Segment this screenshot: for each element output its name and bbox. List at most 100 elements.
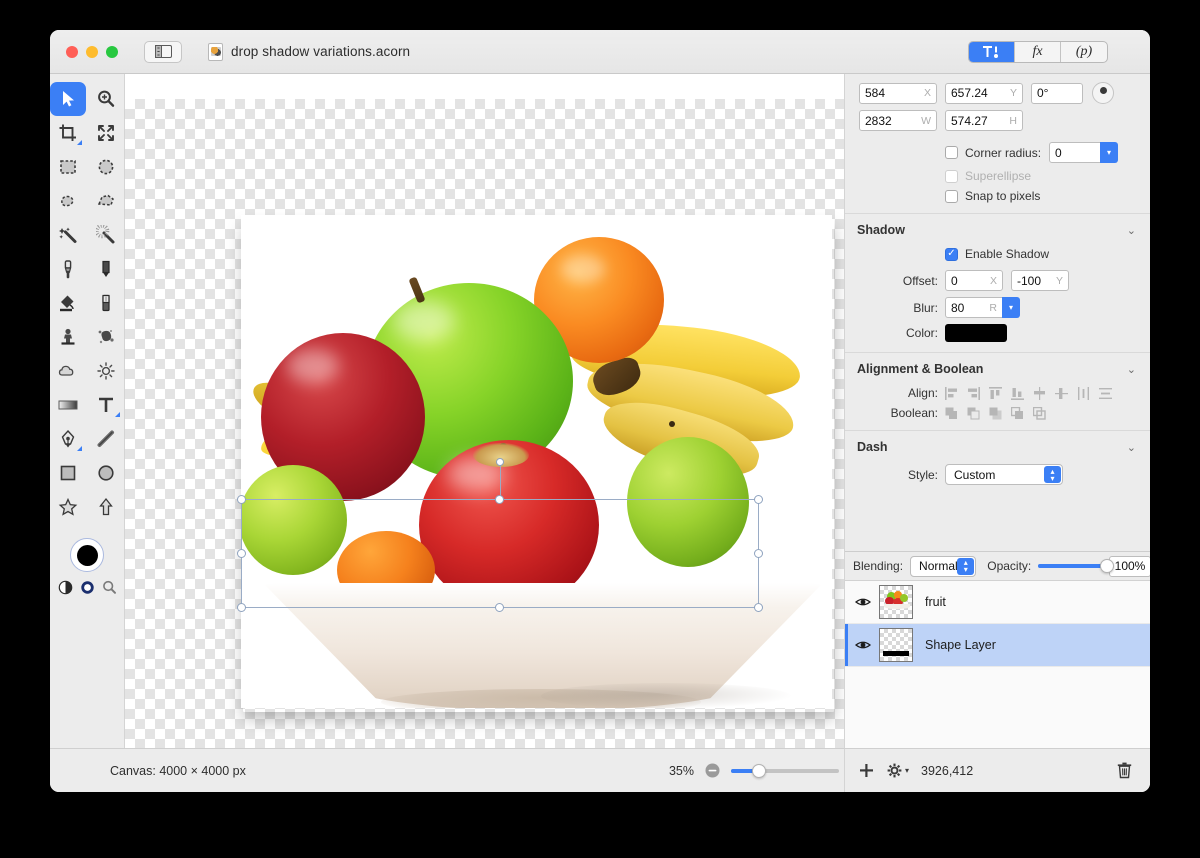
rotation-dial[interactable] xyxy=(1092,82,1114,104)
zoom-slider-knob[interactable] xyxy=(752,763,766,778)
foreground-color-swatch[interactable] xyxy=(70,538,104,572)
shadow-section-header[interactable]: Shadow ⌄ xyxy=(845,213,1150,244)
handle-top-center[interactable] xyxy=(495,495,504,504)
minimize-button[interactable] xyxy=(86,45,98,58)
width-field[interactable]: 2832 W xyxy=(859,110,937,131)
zoom-button[interactable] xyxy=(106,45,118,58)
magic-wand-tool[interactable] xyxy=(50,218,86,252)
distribute-horizontal-icon[interactable] xyxy=(1077,386,1090,400)
paint-bucket-tool[interactable] xyxy=(50,286,86,320)
eraser-tool[interactable] xyxy=(88,286,124,320)
handle-middle-left[interactable] xyxy=(237,548,246,558)
handle-top-right[interactable] xyxy=(754,495,763,504)
corner-radius-stepper[interactable]: ▾ xyxy=(1100,142,1119,163)
alignment-section-header[interactable]: Alignment & Boolean ⌄ xyxy=(845,352,1150,383)
eye-visibility-icon[interactable] xyxy=(855,639,871,651)
pencil-tool[interactable] xyxy=(88,252,124,286)
handle-bottom-left[interactable] xyxy=(237,603,246,612)
blending-mode-popup[interactable]: Normal ▴ ▾ xyxy=(910,555,977,577)
zoom-out-icon[interactable] xyxy=(704,762,721,779)
layer-actions-gear-icon[interactable] xyxy=(887,763,902,778)
opacity-slider[interactable] xyxy=(1038,559,1115,573)
align-center-horizontal-icon[interactable] xyxy=(1033,386,1046,400)
text-tool[interactable] xyxy=(88,388,124,422)
handle-bottom-right[interactable] xyxy=(754,603,763,612)
align-left-icon[interactable] xyxy=(945,386,958,400)
boolean-divide-icon[interactable] xyxy=(1033,406,1046,420)
align-bottom-icon[interactable] xyxy=(1011,387,1024,400)
rect-select-tool[interactable] xyxy=(50,150,86,184)
arrow-shape-tool[interactable] xyxy=(88,490,124,524)
layer-row-shape-layer[interactable]: Shape Layer xyxy=(845,624,1150,667)
tab-filters-inspector[interactable]: fx xyxy=(1015,42,1061,62)
rotation-handle[interactable] xyxy=(496,458,504,466)
height-field[interactable]: 574.27 H xyxy=(945,110,1023,131)
layer-row-fruit[interactable]: fruit xyxy=(845,581,1150,624)
inspector-segmented-control[interactable]: fx (p) xyxy=(968,41,1108,63)
clone-stamp-tool[interactable] xyxy=(50,320,86,354)
color-picker-icon[interactable] xyxy=(102,580,117,595)
ellipse-select-tool[interactable] xyxy=(88,150,124,184)
boolean-intersect-icon[interactable] xyxy=(989,407,1002,420)
dash-section-header[interactable]: Dash ⌄ xyxy=(845,430,1150,461)
snap-to-pixels-checkbox[interactable] xyxy=(945,189,958,203)
rotation-field[interactable]: 0° xyxy=(1031,82,1083,104)
geometry-section-header[interactable]: Geometry ⌄ xyxy=(845,74,1150,76)
zoom-tool[interactable] xyxy=(88,82,124,116)
line-tool[interactable] xyxy=(88,422,124,456)
sidebar-toggle-button[interactable] xyxy=(144,40,182,63)
shape-layer-selection[interactable] xyxy=(237,458,763,612)
brightness-tool[interactable] xyxy=(88,354,124,388)
transform-tool[interactable] xyxy=(88,116,124,150)
delete-layer-icon[interactable] xyxy=(1117,762,1132,779)
handle-middle-right[interactable] xyxy=(754,548,763,558)
rectangle-shape-tool[interactable] xyxy=(50,456,86,490)
corner-radius-checkbox[interactable] xyxy=(945,146,958,159)
eye-visibility-icon[interactable] xyxy=(855,596,871,608)
crop-tool[interactable] xyxy=(50,116,86,150)
handle-bottom-center[interactable] xyxy=(495,603,504,612)
brush-tool[interactable] xyxy=(50,252,86,286)
boolean-subtract-icon[interactable] xyxy=(967,407,980,420)
gradient-tool[interactable] xyxy=(50,388,86,422)
superellipse-checkbox[interactable] xyxy=(945,169,958,183)
shadow-color-swatch[interactable] xyxy=(945,324,1007,342)
add-layer-icon[interactable] xyxy=(859,763,874,778)
distribute-vertical-icon[interactable] xyxy=(1099,387,1112,400)
shadow-blur-field[interactable]: 80 R xyxy=(945,297,1003,318)
close-button[interactable] xyxy=(66,45,78,58)
lasso-tool[interactable] xyxy=(50,184,86,218)
star-shape-tool[interactable] xyxy=(50,490,86,524)
move-tool[interactable] xyxy=(50,82,86,116)
dodge-burn-tool[interactable] xyxy=(50,354,86,388)
shadow-blur-stepper[interactable]: ▾ xyxy=(1002,297,1020,318)
shadow-offset-y-field[interactable]: -100 Y xyxy=(1011,270,1069,291)
corner-radius-field[interactable]: 0 xyxy=(1049,142,1102,163)
smudge-tool[interactable] xyxy=(88,320,124,354)
align-top-icon[interactable] xyxy=(989,386,1002,400)
tab-palette-inspector[interactable]: (p) xyxy=(1061,42,1107,62)
swap-colors-icon[interactable] xyxy=(58,580,73,595)
handle-top-left[interactable] xyxy=(237,495,246,504)
boolean-union-icon[interactable] xyxy=(945,407,958,420)
align-right-icon[interactable] xyxy=(967,386,980,400)
zoom-slider[interactable] xyxy=(731,763,839,778)
align-center-vertical-icon[interactable] xyxy=(1055,387,1068,400)
opacity-field[interactable]: 100% xyxy=(1109,555,1150,577)
bezier-pen-tool[interactable] xyxy=(50,422,86,456)
ellipse-shape-tool[interactable] xyxy=(88,456,124,490)
y-field[interactable]: 657.24 Y xyxy=(945,82,1023,104)
chevron-down-icon[interactable]: ▾ xyxy=(905,766,909,775)
dash-style-popup[interactable]: Custom ▴ ▾ xyxy=(945,464,1063,485)
boolean-exclude-icon[interactable] xyxy=(1011,406,1024,420)
chevron-down-icon[interactable]: ⌄ xyxy=(1127,363,1136,376)
x-field[interactable]: 584 X xyxy=(859,82,937,104)
tab-tools-inspector[interactable] xyxy=(969,42,1015,62)
shadow-offset-x-field[interactable]: 0 X xyxy=(945,270,1003,291)
stroke-fill-toggle-icon[interactable] xyxy=(80,580,95,595)
polygon-lasso-tool[interactable] xyxy=(88,184,124,218)
instant-alpha-tool[interactable] xyxy=(88,218,124,252)
canvas-area[interactable] xyxy=(124,74,844,748)
chevron-down-icon[interactable]: ⌄ xyxy=(1127,441,1136,454)
enable-shadow-checkbox[interactable] xyxy=(945,247,958,261)
